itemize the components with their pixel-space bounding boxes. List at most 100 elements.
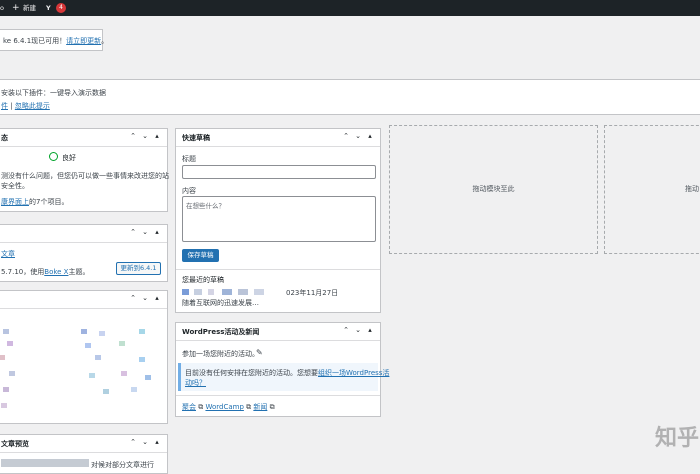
draft-date: 023年11月27日 xyxy=(286,289,339,297)
draft-content-textarea[interactable]: 在想些什么？ xyxy=(182,196,376,242)
move-up-icon[interactable]: ⌃ xyxy=(127,132,139,140)
box-controls: ⌃ ⌄ ▴ xyxy=(340,132,376,142)
site-health-link[interactable]: 康界面上 xyxy=(1,198,29,206)
move-down-icon[interactable]: ⌄ xyxy=(139,132,151,140)
news-link[interactable]: 新闻 xyxy=(253,403,267,411)
content-label: 内容 xyxy=(182,187,196,195)
health-status-icon xyxy=(49,152,58,161)
update-version-button[interactable]: 更新到6.4.1 xyxy=(116,262,161,275)
box-controls: ⌃ ⌄ ▴ xyxy=(340,326,376,336)
move-up-icon[interactable]: ⌃ xyxy=(340,326,352,334)
box-title: 快速草稿 xyxy=(182,134,210,142)
external-link-icon: ⧉ xyxy=(243,403,254,411)
attend-event-text: 参加一场您附近的活动。 xyxy=(182,350,259,358)
at-a-glance-box: ⌃ ⌄ ▴ 文章 5.7.10，使用Boke X主题。 更新到6.4.1 xyxy=(0,224,168,282)
move-up-icon[interactable]: ⌃ xyxy=(127,294,139,302)
preview-text: 对候对部分文章进行 xyxy=(91,461,154,469)
activity-box: ⌃ ⌄ ▴ xyxy=(0,290,168,424)
box-controls: ⌃ ⌄ ▴ xyxy=(127,294,163,304)
pixelated-content xyxy=(254,289,264,295)
pixelated-content xyxy=(238,289,248,295)
separator: | xyxy=(10,102,13,110)
events-news-box: WordPress活动及新闻 ⌃ ⌄ ▴ 参加一场您附近的活动。 ✎ 目前没有任何安… xyxy=(175,322,389,417)
pixelated-content xyxy=(7,341,13,346)
site-health-box: 态 ⌃ ⌄ ▴ 良好 测没有什么问题，但您仍可以做一些事情来改进您的站 安全性。 康… xyxy=(0,128,169,212)
wordcamp-link[interactable]: WordCamp xyxy=(205,403,243,411)
plugin-notice: 安装以下插件：一键导入演示数据 件 | 忽略此提示 xyxy=(0,79,700,115)
collapse-icon[interactable]: ▴ xyxy=(364,132,376,140)
admin-bar: o + 新建 Y 4 xyxy=(0,0,700,16)
pixelated-content xyxy=(194,289,202,295)
move-up-icon[interactable]: ⌃ xyxy=(340,132,352,140)
pixelated-content xyxy=(81,329,87,334)
collapse-icon[interactable]: ▴ xyxy=(364,326,376,334)
box-header: ⌃ ⌄ ▴ xyxy=(0,225,167,243)
pixelated-content xyxy=(222,289,232,295)
health-description-1: 测没有什么问题，但您仍可以做一些事情来改进您的站 xyxy=(1,172,169,180)
save-draft-button[interactable]: 保存草稿 xyxy=(182,249,219,262)
wp-logo-icon[interactable]: o xyxy=(0,0,4,16)
no-events-notice: 目前没有任何安排在您附近的活动。您想要组织一场WordPress活 动吗？ xyxy=(178,363,389,391)
move-down-icon[interactable]: ⌄ xyxy=(139,438,151,446)
install-plugin-link[interactable]: 件 xyxy=(1,102,8,110)
move-up-icon[interactable]: ⌃ xyxy=(127,228,139,236)
collapse-icon[interactable]: ▴ xyxy=(151,132,163,140)
new-content-link[interactable]: 新建 xyxy=(23,0,36,16)
pixelated-content xyxy=(3,329,9,334)
pixelated-content xyxy=(139,357,145,362)
collapse-icon[interactable]: ▴ xyxy=(151,228,163,236)
theme-link[interactable]: Boke X xyxy=(44,268,68,276)
dropzone-4[interactable]: 拖动 xyxy=(604,125,700,254)
blurred-input xyxy=(1,459,89,467)
pixelated-content xyxy=(89,373,95,378)
updates-badge[interactable]: 4 xyxy=(56,0,66,16)
meetups-link[interactable]: 聚会 xyxy=(182,403,196,411)
pixelated-content xyxy=(99,331,105,336)
collapse-icon[interactable]: ▴ xyxy=(151,438,163,446)
zhihu-watermark: 知乎 xyxy=(655,426,700,451)
plus-icon[interactable]: + xyxy=(12,0,20,16)
move-down-icon[interactable]: ⌄ xyxy=(139,294,151,302)
pixelated-content xyxy=(139,329,145,334)
move-down-icon[interactable]: ⌄ xyxy=(139,228,151,236)
pixelated-content xyxy=(95,355,101,360)
collapse-icon[interactable]: ▴ xyxy=(151,294,163,302)
box-controls: ⌃ ⌄ ▴ xyxy=(127,132,163,142)
box-header: WordPress活动及新闻 ⌃ ⌄ ▴ xyxy=(176,323,380,341)
external-link-icon: ⧉ xyxy=(267,403,275,411)
pixelated-content xyxy=(3,387,9,392)
move-down-icon[interactable]: ⌄ xyxy=(352,132,364,140)
box-title: 文章预览 xyxy=(1,440,29,448)
dismiss-notice-link[interactable]: 忽略此提示 xyxy=(15,102,50,110)
dropzone-3[interactable]: 拖动模块至此 xyxy=(389,125,598,254)
pencil-icon[interactable]: ✎ xyxy=(256,348,263,357)
box-title: WordPress活动及新闻 xyxy=(182,328,260,336)
organize-event-link-2[interactable]: 动吗？ xyxy=(185,378,206,388)
yoast-icon[interactable]: Y xyxy=(46,0,51,16)
box-header: 态 ⌃ ⌄ ▴ xyxy=(0,129,167,147)
divider xyxy=(176,269,380,270)
draft-excerpt: 随着互联网的迅速发展… xyxy=(182,299,259,307)
site-health-link-tail: 的7个项目。 xyxy=(29,198,69,206)
posts-count-link[interactable]: 文章 xyxy=(1,249,15,259)
move-down-icon[interactable]: ⌄ xyxy=(352,326,364,334)
box-header: 文章预览 ⌃ ⌄ ▴ xyxy=(0,435,167,453)
pixelated-content xyxy=(9,371,15,376)
article-preview-box: 文章预览 ⌃ ⌄ ▴ 对候对部分文章进行 xyxy=(0,434,168,474)
pixelated-content xyxy=(145,375,151,380)
pixelated-content xyxy=(182,289,189,295)
plugin-notice-text: 安装以下插件：一键导入演示数据 xyxy=(1,89,106,97)
update-notice-text: ke 6.4.1现已可用！ xyxy=(3,37,67,45)
update-now-link[interactable]: 请立即更新 xyxy=(66,37,101,45)
move-up-icon[interactable]: ⌃ xyxy=(127,438,139,446)
dropzone-label: 拖动模块至此 xyxy=(472,185,515,193)
update-count: 4 xyxy=(56,3,66,13)
health-status-text: 良好 xyxy=(62,154,76,162)
recent-drafts-heading: 您最近的草稿 xyxy=(182,276,224,284)
box-header: ⌃ ⌄ ▴ xyxy=(0,291,167,309)
draft-title-input[interactable] xyxy=(182,165,376,179)
pixelated-content xyxy=(208,289,214,295)
organize-event-link[interactable]: 组织一场WordPress活 xyxy=(318,369,389,377)
no-events-text: 目前没有任何安排在您附近的活动。您想要 xyxy=(185,369,318,377)
pixelated-content xyxy=(103,389,109,394)
